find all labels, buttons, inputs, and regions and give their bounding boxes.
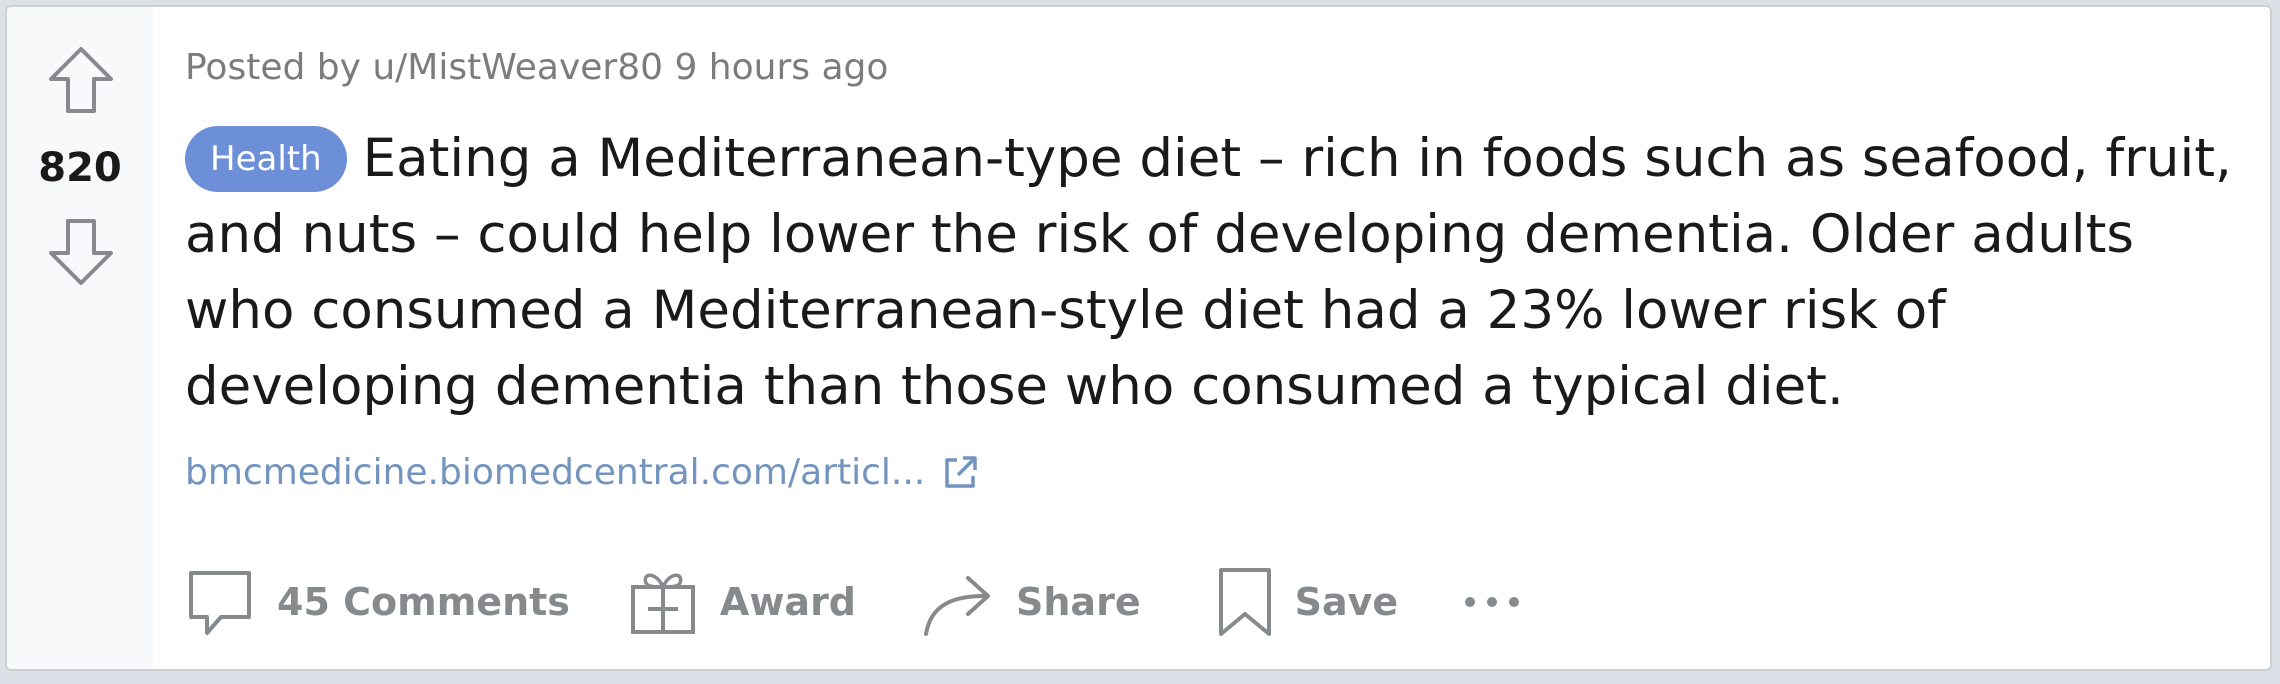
share-button[interactable]: Share <box>922 562 1141 642</box>
more-options-button[interactable] <box>1462 562 1522 642</box>
external-link-icon <box>941 454 979 492</box>
award-button[interactable]: Award <box>628 562 856 642</box>
gift-icon <box>628 567 698 637</box>
save-button[interactable]: Save <box>1217 562 1399 642</box>
post-title-block[interactable]: Health Eating a Mediterranean-type diet –… <box>185 121 2245 425</box>
more-horizontal-icon <box>1462 592 1522 612</box>
post-card[interactable]: 820 Posted by u/MistWeaver80 9 hours ago… <box>5 5 2272 671</box>
bookmark-icon <box>1217 566 1273 638</box>
downvote-button[interactable] <box>43 214 119 290</box>
share-arrow-icon <box>922 566 994 638</box>
comments-label: 45 Comments <box>277 580 570 624</box>
comment-bubble-icon <box>185 567 255 637</box>
upvote-button[interactable] <box>43 42 119 118</box>
save-label: Save <box>1294 580 1399 624</box>
vote-column: 820 <box>7 7 153 669</box>
arrow-up-icon <box>49 47 113 113</box>
action-bar: 45 Comments Award Share Save <box>185 562 1522 642</box>
flair-badge[interactable]: Health <box>185 126 347 192</box>
share-label: Share <box>1016 580 1141 624</box>
arrow-down-icon <box>49 219 113 285</box>
post-meta: Posted by u/MistWeaver80 9 hours ago <box>185 47 889 88</box>
link-text[interactable]: bmcmedicine.biomedcentral.com/articl... <box>185 452 925 493</box>
external-link[interactable]: bmcmedicine.biomedcentral.com/articl... <box>185 452 979 493</box>
vote-count: 820 <box>38 145 122 191</box>
comments-button[interactable]: 45 Comments <box>185 562 570 642</box>
post-title[interactable]: Eating a Mediterranean-type diet – rich … <box>185 128 2232 417</box>
award-label: Award <box>719 580 857 624</box>
